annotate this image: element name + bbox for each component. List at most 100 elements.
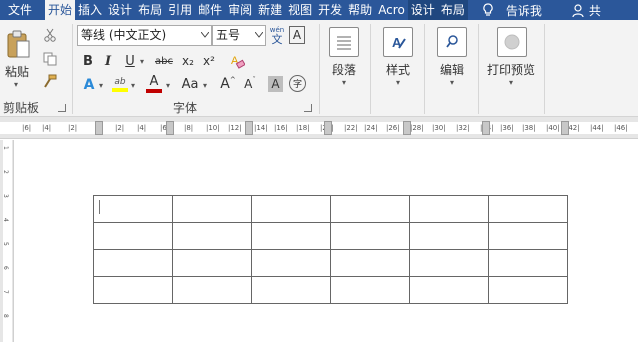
table-cell[interactable] [330,222,410,250]
styles-button[interactable]: A [383,27,413,57]
horizontal-ruler[interactable]: |6| |4| |2| |2| |4| |6| |8| |10| |12| |14| |16| |18… [0,117,638,139]
column-marker[interactable] [166,121,174,135]
separator [319,24,320,114]
change-case-dropdown-arrow[interactable]: ▾ [203,81,207,90]
tab-developer[interactable]: 开发 [315,0,345,20]
column-marker[interactable] [245,121,253,135]
text-effects-dropdown-arrow[interactable]: ▾ [99,81,103,90]
tab-references[interactable]: 引用 [165,0,195,20]
print-preview-button[interactable] [497,27,527,57]
text-effects-button[interactable]: A [80,76,98,94]
tab-view[interactable]: 视图 [285,0,315,20]
table-cell[interactable] [251,222,331,250]
bold-button[interactable]: B [80,52,96,70]
table-cell[interactable] [330,276,410,304]
column-marker[interactable] [324,121,332,135]
column-marker[interactable] [561,121,569,135]
paste-label[interactable]: 粘贴 [5,63,29,80]
print-preview-dropdown-arrow[interactable]: ▾ [509,78,513,87]
table-cell[interactable] [409,222,489,250]
tell-me-label: 告诉我 [505,3,542,18]
font-size-combobox[interactable]: 五号 [212,25,266,46]
table-cell[interactable] [330,195,410,223]
tab-insert[interactable]: 插入 [75,0,105,20]
table-cell[interactable] [93,249,173,277]
table-cell[interactable] [172,222,252,250]
enclose-characters-button[interactable]: 字 [289,75,306,92]
table-cell[interactable] [172,276,252,304]
font-name-combobox[interactable]: 等线 (中文正文) [77,25,212,46]
column-marker[interactable] [403,121,411,135]
print-preview-label[interactable]: 打印预览 [487,61,535,78]
tab-acrobat[interactable]: Acro [375,0,408,20]
paragraph-label[interactable]: 段落 [332,61,356,78]
table-cell[interactable] [409,276,489,304]
subscript-button[interactable]: x₂ [179,52,197,70]
phonetic-guide-button[interactable]: wén 文 [268,25,286,47]
tab-table-layout[interactable]: 布局 [437,0,468,20]
highlight-dropdown-arrow[interactable]: ▾ [131,81,135,90]
copy-button[interactable] [40,50,60,68]
column-marker[interactable] [482,121,490,135]
grow-font-button[interactable]: A ^ [218,74,238,94]
table-cell[interactable] [488,222,568,250]
underline-button[interactable]: U [122,52,138,70]
table-cell[interactable] [330,249,410,277]
format-painter-button[interactable] [40,72,60,90]
table-cell[interactable] [488,249,568,277]
strikethrough-button[interactable]: abc [152,52,176,70]
tab-home[interactable]: 开始 [45,0,76,20]
column-marker[interactable] [95,121,103,135]
table-cell[interactable] [251,276,331,304]
table-cell[interactable] [409,195,489,223]
tab-design[interactable]: 设计 [105,0,135,20]
paste-button[interactable] [4,28,32,60]
clipboard-launcher[interactable] [58,104,66,112]
character-border-button[interactable]: A [289,26,305,44]
tell-me-search[interactable]: 告诉我 [482,2,542,19]
table-cell[interactable] [251,195,331,223]
table-cell[interactable] [488,276,568,304]
font-color-button[interactable]: A [144,74,164,94]
table-cell[interactable] [93,222,173,250]
paste-dropdown-arrow[interactable]: ▾ [14,80,18,89]
ruler-tick-label: |24| [364,124,378,132]
table-cell[interactable] [251,249,331,277]
editing-button[interactable] [437,27,467,57]
table-cell[interactable] [409,249,489,277]
clear-formatting-button[interactable]: A [228,52,246,70]
bold-glyph: B [83,53,93,69]
table-cell[interactable] [172,195,252,223]
share-button[interactable]: 共 [572,2,601,19]
table-cell[interactable] [93,276,173,304]
shrink-font-button[interactable]: Aˇ [240,74,260,94]
table-cell[interactable] [488,195,568,223]
cut-button[interactable] [40,26,60,44]
tab-mailings[interactable]: 邮件 [195,0,225,20]
italic-button[interactable]: I [100,52,116,70]
styles-label[interactable]: 样式 [386,61,410,78]
paragraph-dropdown-arrow[interactable]: ▾ [342,78,346,87]
tab-layout[interactable]: 布局 [135,0,165,20]
superscript-button[interactable]: x² [200,52,218,70]
styles-dropdown-arrow[interactable]: ▾ [396,78,400,87]
underline-dropdown-arrow[interactable]: ▾ [140,57,144,66]
tab-help[interactable]: 帮助 [345,0,375,20]
document-table[interactable] [93,195,568,304]
vertical-ruler[interactable]: 1 2 3 4 5 6 7 8 [0,140,14,342]
font-color-dropdown-arrow[interactable]: ▾ [166,81,170,90]
change-case-button[interactable]: Aa [178,75,202,93]
editing-label[interactable]: 编辑 [440,61,464,78]
font-launcher[interactable] [304,104,312,112]
character-shading-button[interactable]: A [268,76,283,92]
tab-table-design[interactable]: 设计 [407,0,438,20]
highlight-button[interactable]: ab [110,74,130,94]
table-cell[interactable] [93,195,173,223]
tab-new[interactable]: 新建 [255,0,285,20]
table-cell[interactable] [172,249,252,277]
editing-dropdown-arrow[interactable]: ▾ [450,78,454,87]
ruler-tick-label: |18| [296,124,310,132]
tab-review[interactable]: 审阅 [225,0,255,20]
tab-file[interactable]: 文件 [0,0,45,20]
paragraph-button[interactable] [329,27,359,57]
